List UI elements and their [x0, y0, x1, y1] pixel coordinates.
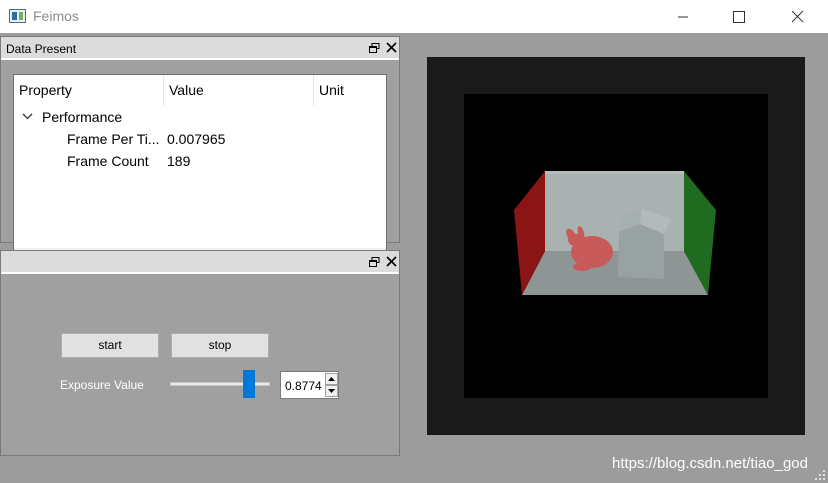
- start-button[interactable]: start: [61, 333, 159, 358]
- column-header-value[interactable]: Value: [164, 75, 314, 106]
- close-icon[interactable]: [386, 256, 397, 267]
- resize-grip-icon[interactable]: [814, 469, 826, 481]
- column-header-unit[interactable]: Unit: [314, 75, 386, 106]
- spin-up-button[interactable]: [325, 373, 338, 385]
- dock-title: Data Present: [6, 42, 77, 56]
- app-window-icon: [9, 9, 26, 23]
- tree-row[interactable]: Frame Per Ti... 0.007965: [14, 128, 386, 150]
- column-header-property[interactable]: Property: [14, 75, 164, 106]
- cornell-box-render: [514, 171, 716, 295]
- minimize-icon: [678, 16, 688, 17]
- tree-cell-value: 189: [167, 153, 191, 169]
- exposure-slider-handle[interactable]: [243, 370, 255, 398]
- stop-button[interactable]: stop: [171, 333, 269, 358]
- float-icon[interactable]: [369, 257, 380, 267]
- title-bar: Feimos: [0, 0, 828, 33]
- property-tree[interactable]: Property Value Unit Performance Frame Pe…: [13, 74, 387, 268]
- close-window-button[interactable]: [768, 0, 826, 33]
- float-icon[interactable]: [369, 43, 380, 53]
- window-title: Feimos: [33, 8, 79, 24]
- dock-header: Data Present: [1, 37, 399, 60]
- tree-header: Property Value Unit: [14, 75, 386, 106]
- triangle-down-icon: [328, 389, 335, 393]
- tree-cell-property: Frame Count: [67, 153, 149, 169]
- chevron-down-icon[interactable]: [22, 113, 33, 120]
- exposure-slider-track[interactable]: [170, 382, 270, 386]
- spin-down-button[interactable]: [325, 385, 338, 397]
- maximize-button[interactable]: [710, 0, 768, 33]
- tree-group-label: Performance: [42, 109, 123, 125]
- tree-row[interactable]: Frame Count 189: [14, 150, 386, 172]
- watermark-text: https://blog.csdn.net/tiao_god: [612, 455, 808, 472]
- tree-group-performance[interactable]: Performance: [14, 106, 386, 128]
- close-icon: [791, 10, 803, 23]
- maximize-icon: [733, 10, 745, 23]
- dock-header: [1, 251, 399, 274]
- data-present-dock: Data Present Property Value Unit Perform…: [0, 36, 400, 268]
- triangle-up-icon: [328, 377, 335, 381]
- exposure-spinbox[interactable]: 0.8774: [280, 371, 339, 399]
- minimize-button[interactable]: [654, 0, 712, 33]
- tree-cell-property: Frame Per Ti...: [67, 131, 160, 147]
- exposure-value[interactable]: 0.8774: [285, 379, 322, 393]
- exposure-label: Exposure Value: [60, 378, 144, 392]
- close-icon[interactable]: [386, 42, 397, 53]
- tree-cell-value: 0.007965: [167, 131, 226, 147]
